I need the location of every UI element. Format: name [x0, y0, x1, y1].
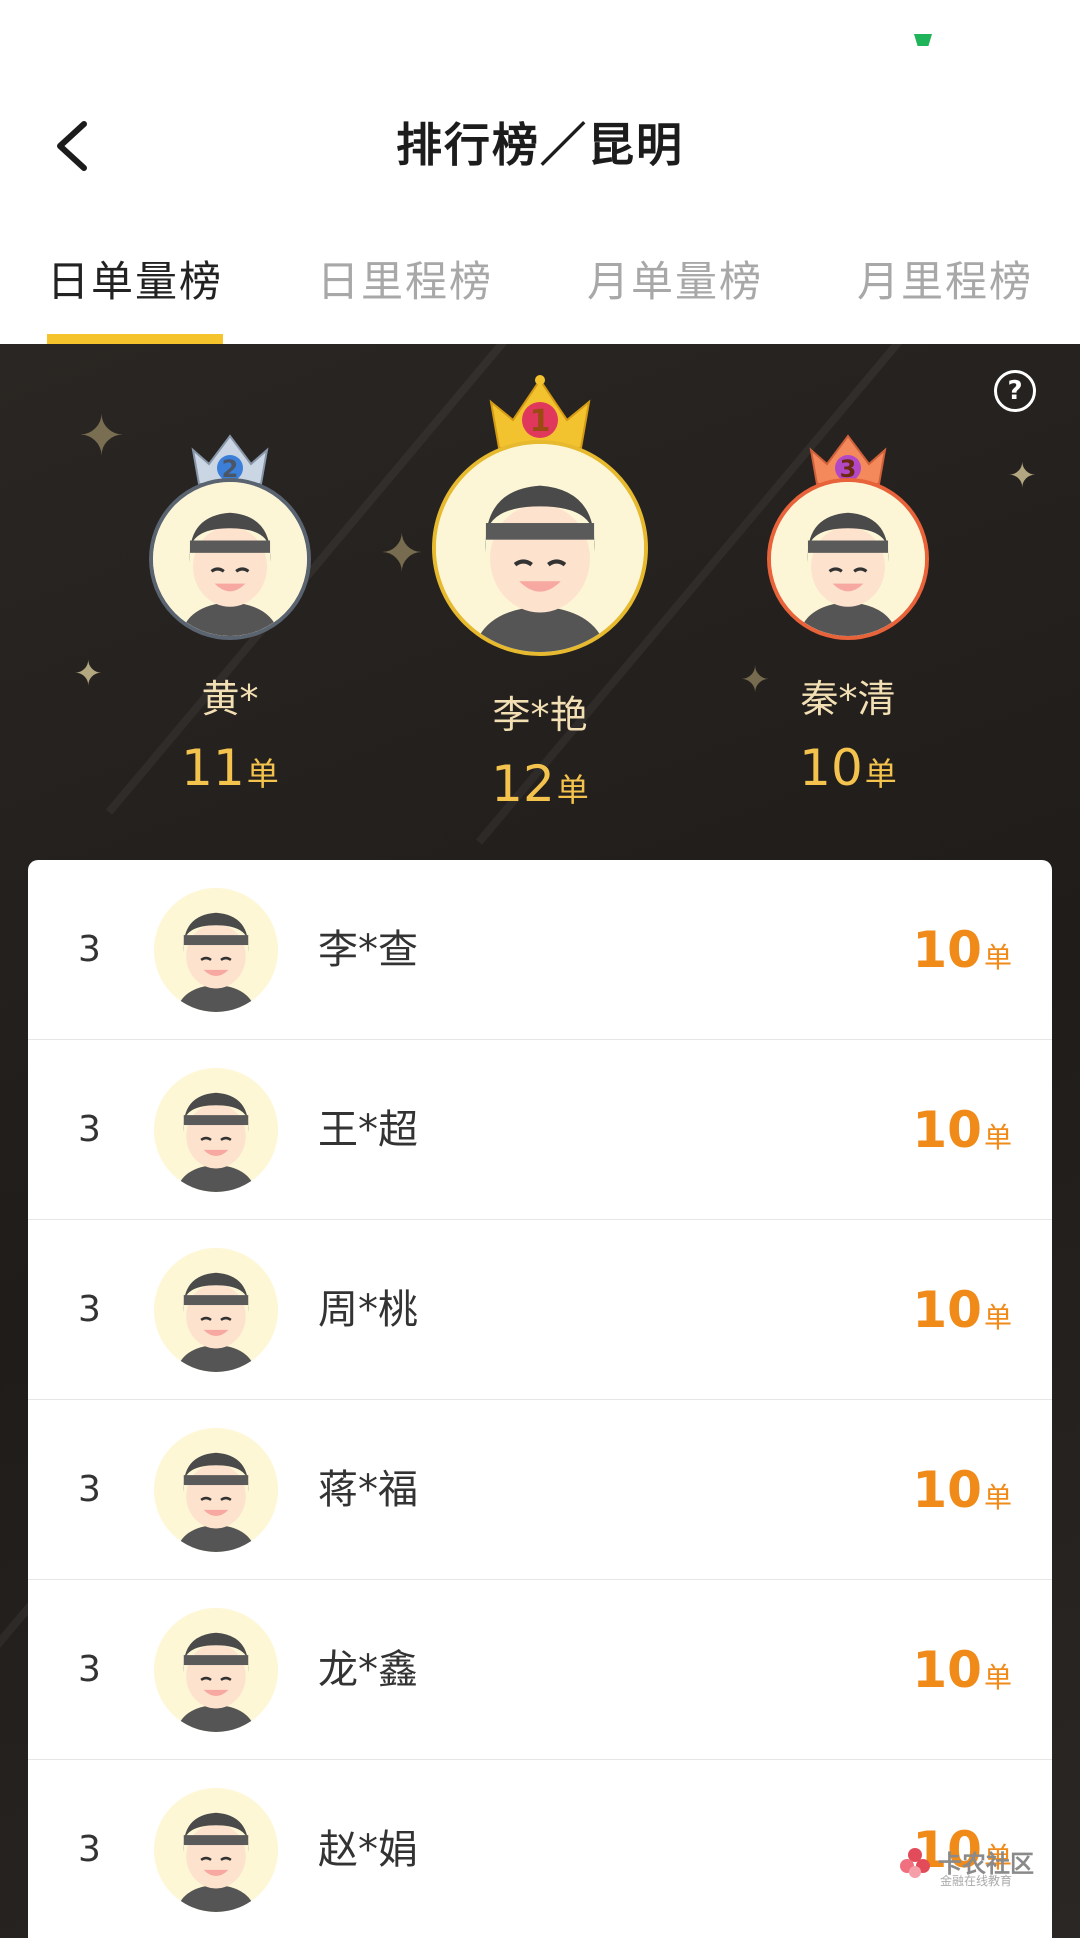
winner-count: 11单	[181, 739, 279, 797]
page-title: 排行榜／昆明	[396, 118, 684, 172]
avatar	[154, 1788, 278, 1912]
driver-name: 蒋*福	[318, 1467, 418, 1513]
tab-daily-orders[interactable]: 日单量榜	[0, 240, 270, 344]
leaderboard-page: 排行榜／昆明 日单量榜 日里程榜 月单量榜 月里程榜 ✦ ✦ ✦ ✦ ✦ ? 2	[0, 0, 1080, 1938]
tab-monthly-orders[interactable]: 月单量榜	[540, 240, 810, 344]
list-item[interactable]: 3 龙*鑫 10单	[28, 1580, 1052, 1760]
order-count: 10单	[912, 1641, 1012, 1699]
list-item[interactable]: 3 李*查 10单	[28, 860, 1052, 1040]
avatar	[432, 440, 648, 656]
winner-name: 李*艳	[492, 693, 588, 737]
flower-logo-icon	[900, 1848, 930, 1878]
header: 排行榜／昆明	[0, 70, 1080, 220]
driver-name: 赵*娟	[318, 1827, 418, 1873]
winner-count: 12单	[491, 755, 589, 813]
rank-number: 3	[78, 1649, 101, 1690]
rank-number: 3	[78, 929, 101, 970]
sparkle-icon: ✦	[1008, 456, 1037, 496]
order-count: 10单	[912, 1281, 1012, 1339]
ranking-list: 3 李*查 10单 3 王*超 10单 3 周*桃 10单 3 蒋*福 10单 3 龙*鑫 10单 3 赵*娟 1…	[28, 860, 1052, 1938]
order-count: 10单	[912, 1461, 1012, 1519]
order-count: 10单	[912, 1101, 1012, 1159]
avatar	[149, 478, 311, 640]
tab-monthly-mileage[interactable]: 月里程榜	[810, 240, 1080, 344]
avatar	[767, 478, 929, 640]
list-item[interactable]: 3 周*桃 10单	[28, 1220, 1052, 1400]
rank-number: 3	[78, 1109, 101, 1150]
list-item[interactable]: 3 蒋*福 10单	[28, 1400, 1052, 1580]
winner-name: 秦*清	[800, 677, 896, 721]
podium-first[interactable]: 1 李*艳 12单	[430, 374, 650, 813]
avatar	[154, 1608, 278, 1732]
tab-bar: 日单量榜 日里程榜 月单量榜 月里程榜	[0, 240, 1080, 344]
driver-name: 周*桃	[318, 1287, 418, 1333]
avatar	[154, 1428, 278, 1552]
rank-number: 3	[78, 1289, 101, 1330]
avatar	[154, 888, 278, 1012]
driver-name: 王*超	[318, 1107, 418, 1153]
watermark: 卡农社区 金融在线教育	[898, 1844, 1048, 1888]
avatar	[154, 1068, 278, 1192]
sparkle-icon: ✦	[74, 654, 103, 694]
svg-text:1: 1	[530, 404, 551, 439]
sparkle-icon: ✦	[78, 404, 125, 469]
podium-third[interactable]: 3 秦*清 10单	[748, 430, 948, 797]
podium-second[interactable]: 2 黄* 11单	[130, 430, 330, 797]
order-count: 10单	[912, 921, 1012, 979]
rank-number: 3	[78, 1469, 101, 1510]
driver-name: 李*查	[318, 927, 418, 973]
watermark-subtitle: 金融在线教育	[940, 1874, 1013, 1888]
rank-number: 3	[78, 1829, 101, 1870]
help-icon[interactable]: ?	[994, 370, 1036, 412]
tab-daily-mileage[interactable]: 日里程榜	[270, 240, 540, 344]
winner-count: 10单	[799, 739, 897, 797]
winner-name: 黄*	[201, 677, 259, 721]
wechat-status-icon	[914, 34, 932, 46]
status-bar	[0, 0, 1080, 70]
list-item[interactable]: 3 王*超 10单	[28, 1040, 1052, 1220]
sparkle-icon: ✦	[380, 524, 424, 584]
driver-name: 龙*鑫	[318, 1647, 418, 1693]
avatar	[154, 1248, 278, 1372]
